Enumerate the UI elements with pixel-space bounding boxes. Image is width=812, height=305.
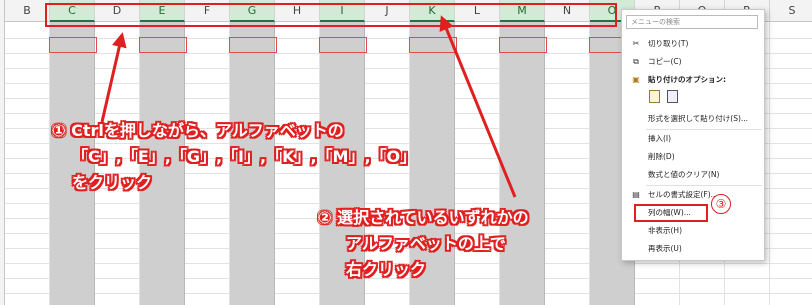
- paste-icon-row: [622, 90, 764, 106]
- annotation-step1-line3: をクリック: [72, 173, 153, 192]
- context-menu: メニューの検索 ✂ 切り取り(T) ⧉ コピー(C) ▣ 貼り付けのオプション:…: [621, 9, 765, 261]
- selected-cell-outline: [49, 37, 97, 53]
- menu-item-unhide[interactable]: 再表示(U): [622, 242, 764, 256]
- copy-icon: ⧉: [633, 57, 639, 66]
- paste-options-icon: ▣: [632, 75, 640, 84]
- scissors-icon: ✂: [632, 39, 640, 48]
- column-s-cells[interactable]: [770, 22, 812, 305]
- annotation-step2-line3: 右クリック: [346, 260, 427, 279]
- menu-item-insert[interactable]: 挿入(I): [622, 132, 764, 146]
- menu-item-cut[interactable]: ✂ 切り取り(T): [622, 37, 764, 51]
- column-header-s[interactable]: S: [770, 0, 812, 22]
- paste-values-icon[interactable]: [667, 90, 678, 103]
- column-width-highlight-box: [634, 204, 708, 222]
- menu-item-copy[interactable]: ⧉ コピー(C): [622, 55, 764, 69]
- selected-cell-outline: [229, 37, 277, 53]
- annotation-step2-line2: アルファベットの上で: [346, 234, 506, 253]
- menu-separator: [646, 185, 762, 186]
- menu-item-label: 削除(D): [648, 152, 675, 161]
- menu-item-hide[interactable]: 非表示(H): [622, 224, 764, 238]
- annotation-step1-line2: 「C」,「E」,「G」,「I」,「K」,「M」,「O」: [72, 147, 417, 166]
- menu-item-label: 貼り付けのオプション:: [648, 75, 726, 84]
- menu-item-delete[interactable]: 削除(D): [622, 150, 764, 164]
- menu-item-paste-special[interactable]: 形式を選択して貼り付け(S)...: [622, 112, 764, 126]
- menu-item-format-cells[interactable]: ▤ セルの書式設定(F)...: [622, 188, 764, 202]
- annotation-step3-badge: ③: [711, 194, 731, 214]
- menu-item-clear-contents[interactable]: 数式と値のクリア(N): [622, 168, 764, 182]
- menu-item-label: コピー(C): [648, 57, 682, 66]
- menu-item-label: 形式を選択して貼り付け(S)...: [648, 114, 749, 123]
- selected-cell-outline: [319, 37, 367, 53]
- menu-item-label: 挿入(I): [648, 134, 672, 143]
- paste-icon[interactable]: [649, 90, 660, 103]
- selected-cell-outline: [409, 37, 457, 53]
- column-b-cells[interactable]: [5, 22, 50, 305]
- column-n-cells[interactable]: [545, 22, 590, 305]
- menu-item-paste-options: ▣ 貼り付けのオプション:: [622, 73, 764, 87]
- header-highlight-box: [45, 3, 617, 27]
- format-cells-icon: ▤: [632, 190, 640, 199]
- selected-cell-outline: [499, 37, 547, 53]
- column-m-cells[interactable]: [500, 22, 545, 305]
- selected-cell-outline: [139, 37, 187, 53]
- row-header-strip: [0, 0, 5, 305]
- menu-item-label: セルの書式設定(F)...: [648, 190, 718, 199]
- menu-separator: [646, 129, 762, 130]
- menu-item-label: 再表示(U): [648, 244, 682, 253]
- menu-item-label: 数式と値のクリア(N): [648, 170, 720, 179]
- menu-search-input[interactable]: メニューの検索: [626, 15, 758, 29]
- menu-item-label: 非表示(H): [648, 226, 682, 235]
- annotation-step2-line1: ② 選択されているいずれかの: [318, 208, 529, 227]
- menu-item-label: 切り取り(T): [648, 39, 689, 48]
- column-header-b[interactable]: B: [5, 0, 50, 22]
- column-l-cells[interactable]: [455, 22, 500, 305]
- annotation-step1-line1: ① Ctrlを押しながら、アルファベットの: [52, 121, 344, 140]
